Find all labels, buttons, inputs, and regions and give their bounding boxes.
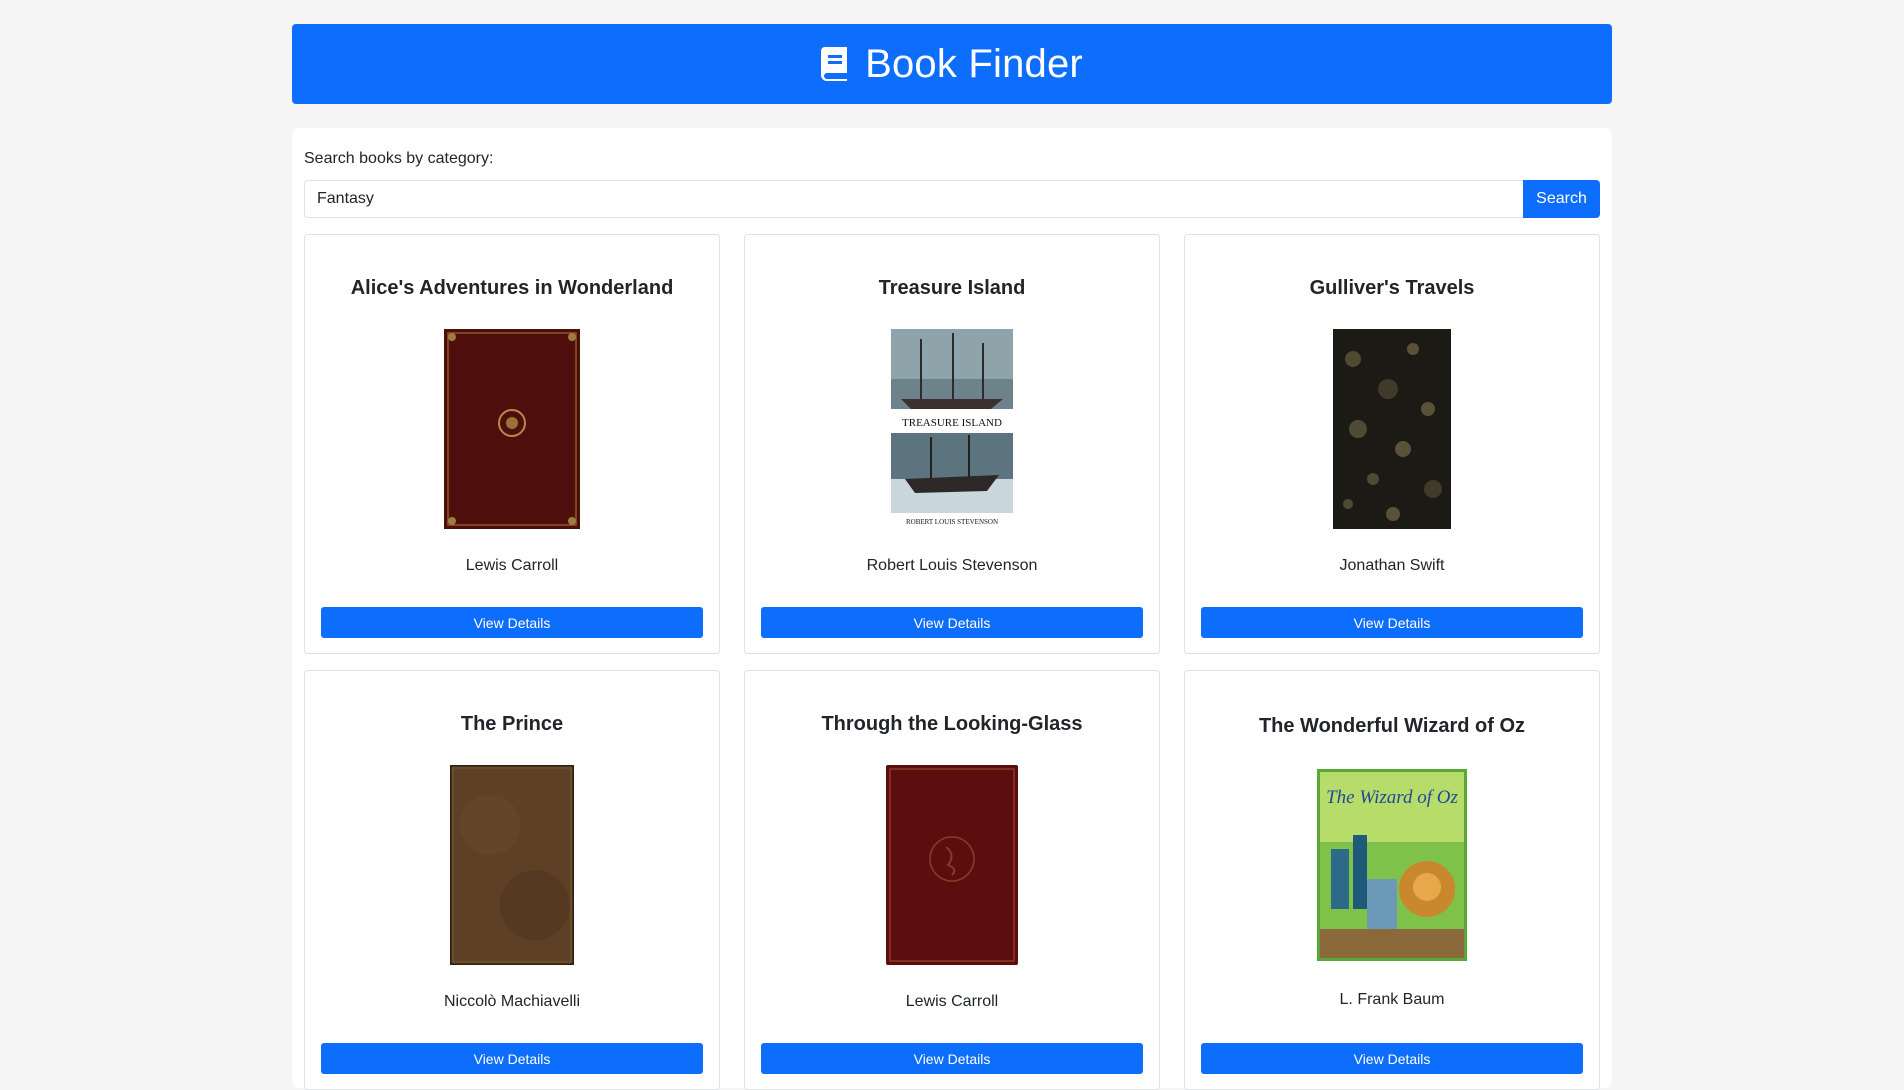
book-cover-image: TREASURE ISLAND ROBERT LOUIS STEVENSON: [891, 329, 1013, 529]
app-header: Book Finder: [292, 24, 1612, 104]
book-card: Gulliver's Travels Jonathan Swift View D…: [1184, 234, 1600, 654]
book-card: Treasure Island TREASURE ISLAND ROBERT L…: [744, 234, 1160, 654]
search-row: Search: [304, 180, 1600, 218]
book-cover-image: [444, 329, 580, 529]
cover-title-text: The Wizard of Oz: [1326, 787, 1458, 808]
book-title: Treasure Island: [878, 277, 1026, 299]
book-cover-image: [1333, 329, 1451, 529]
book-title: The Wonderful Wizard of Oz: [1258, 715, 1526, 737]
book-title: Through the Looking-Glass: [821, 713, 1083, 735]
cover-author-text: ROBERT LOUIS STEVENSON: [906, 518, 998, 526]
book-title: Gulliver's Travels: [1309, 277, 1475, 299]
app-title: Book Finder: [865, 41, 1083, 86]
search-input[interactable]: [304, 180, 1523, 218]
book-cover-image: [886, 765, 1018, 965]
book-icon: [821, 47, 848, 81]
book-card: Alice's Adventures in Wonderland Lewis C…: [304, 234, 720, 654]
cover-title-text: TREASURE ISLAND: [902, 417, 1002, 429]
book-author: L. Frank Baum: [1339, 991, 1445, 1008]
search-button[interactable]: Search: [1523, 180, 1600, 218]
book-card: The Wonderful Wizard of Oz The Wizard of…: [1184, 670, 1600, 1090]
book-cover-image: The Wizard of Oz: [1317, 769, 1467, 961]
view-details-button[interactable]: View Details: [761, 1043, 1143, 1074]
search-panel: Search books by category: Search Alice's…: [292, 128, 1612, 1090]
book-author: Niccolò Machiavelli: [443, 993, 581, 1010]
book-card: The Prince Niccolò Machiavelli View Deta…: [304, 670, 720, 1090]
book-grid: Alice's Adventures in Wonderland Lewis C…: [304, 234, 1600, 1090]
book-author: Lewis Carroll: [905, 993, 999, 1010]
view-details-button[interactable]: View Details: [321, 607, 703, 638]
book-author: Robert Louis Stevenson: [866, 557, 1038, 574]
view-details-button[interactable]: View Details: [761, 607, 1143, 638]
book-title: The Prince: [460, 713, 564, 735]
view-details-button[interactable]: View Details: [1201, 607, 1583, 638]
book-card: Through the Looking-Glass Lewis Carroll …: [744, 670, 1160, 1090]
book-cover-image: [450, 765, 574, 965]
search-label: Search books by category:: [304, 150, 494, 167]
view-details-button[interactable]: View Details: [321, 1043, 703, 1074]
book-author: Lewis Carroll: [465, 557, 559, 574]
book-title: Alice's Adventures in Wonderland: [350, 277, 674, 299]
book-author: Jonathan Swift: [1339, 557, 1445, 574]
view-details-button[interactable]: View Details: [1201, 1043, 1583, 1074]
